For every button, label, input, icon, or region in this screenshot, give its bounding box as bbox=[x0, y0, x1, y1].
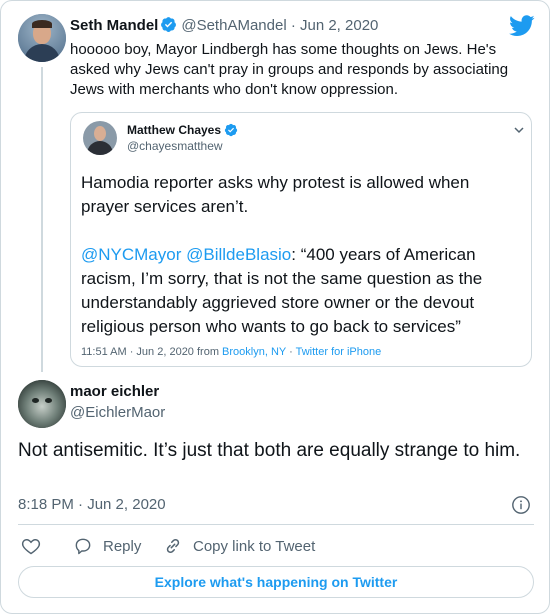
action-divider bbox=[18, 524, 534, 525]
verified-icon bbox=[224, 123, 238, 140]
parent-handle-date[interactable]: @SethAMandel · Jun 2, 2020 bbox=[181, 17, 378, 34]
quoted-tweet-card[interactable]: Matthew Chayes @chayesmatthew Hamodia re… bbox=[70, 112, 532, 367]
like-button[interactable] bbox=[21, 536, 41, 556]
chevron-down-icon[interactable] bbox=[513, 123, 525, 135]
avatar-matthew-chayes[interactable] bbox=[83, 121, 117, 155]
copy-link-label: Copy link to Tweet bbox=[193, 537, 316, 555]
mention-billdeblasio[interactable]: @BilldeBlasio bbox=[186, 245, 291, 264]
quoted-tweet-text: Hamodia reporter asks why protest is all… bbox=[81, 171, 521, 339]
quoted-tweet-meta: 11:51 AM · Jun 2, 2020 from Brooklyn, NY… bbox=[81, 346, 381, 358]
twitter-bird-icon[interactable] bbox=[509, 15, 535, 37]
avatar-seth-mandel[interactable] bbox=[18, 14, 66, 62]
reply-author-handle[interactable]: @EichlerMaor bbox=[70, 404, 165, 421]
tweet-embed-card: Seth Mandel @SethAMandel · Jun 2, 2020 ho… bbox=[0, 0, 550, 614]
quoted-meta-location[interactable]: Brooklyn, NY bbox=[222, 346, 286, 358]
parent-tweet-text: hooooo boy, Mayor Lindbergh has some tho… bbox=[70, 41, 509, 98]
reply-bubble-icon bbox=[73, 536, 93, 556]
quoted-author-handle[interactable]: @chayesmatthew bbox=[127, 139, 223, 153]
reply-tweet-text: Not antisemitic. It’s just that both are… bbox=[18, 440, 521, 461]
mention-nycmayor[interactable]: @NYCMayor bbox=[81, 245, 181, 264]
reply-timestamp[interactable]: 8:18 PM · Jun 2, 2020 bbox=[18, 496, 166, 513]
quoted-text-part1: Hamodia reporter asks why protest is all… bbox=[81, 173, 470, 216]
parent-tweet-header: Seth Mandel @SethAMandel · Jun 2, 2020 bbox=[70, 16, 378, 37]
quoted-meta-time: 11:51 AM · Jun 2, 2020 from bbox=[81, 346, 223, 358]
reply-button[interactable]: Reply bbox=[73, 536, 141, 556]
link-icon bbox=[163, 536, 183, 556]
copy-link-button[interactable]: Copy link to Tweet bbox=[163, 536, 315, 556]
info-icon[interactable] bbox=[511, 495, 531, 515]
quoted-meta-source[interactable]: Twitter for iPhone bbox=[296, 346, 382, 358]
avatar-maor-eichler[interactable] bbox=[18, 380, 66, 428]
heart-icon bbox=[21, 536, 41, 556]
explore-twitter-button[interactable]: Explore what's happening on Twitter bbox=[18, 566, 534, 598]
reply-author-name[interactable]: maor eichler bbox=[70, 383, 159, 400]
thread-connector-line bbox=[41, 67, 43, 372]
parent-author-name[interactable]: Seth Mandel bbox=[70, 17, 158, 34]
quoted-author-name-text: Matthew Chayes bbox=[127, 123, 222, 137]
reply-label: Reply bbox=[103, 537, 142, 555]
quoted-meta-separator: · bbox=[286, 346, 296, 358]
verified-icon bbox=[160, 16, 177, 37]
quoted-author-name[interactable]: Matthew Chayes bbox=[127, 123, 238, 140]
